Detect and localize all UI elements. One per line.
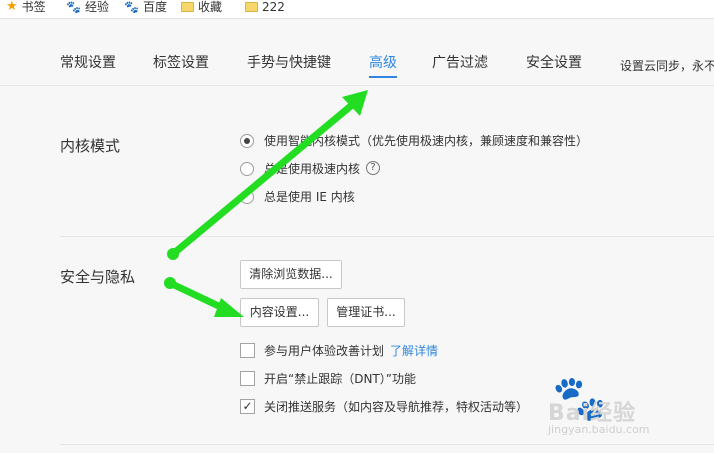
arrow-to-advanced-tab bbox=[167, 90, 368, 260]
baidu-jingyan-watermark: 🐾 Bai经验 jingyan.baidu.com bbox=[548, 373, 650, 437]
arrow-to-content-settings bbox=[164, 277, 244, 317]
